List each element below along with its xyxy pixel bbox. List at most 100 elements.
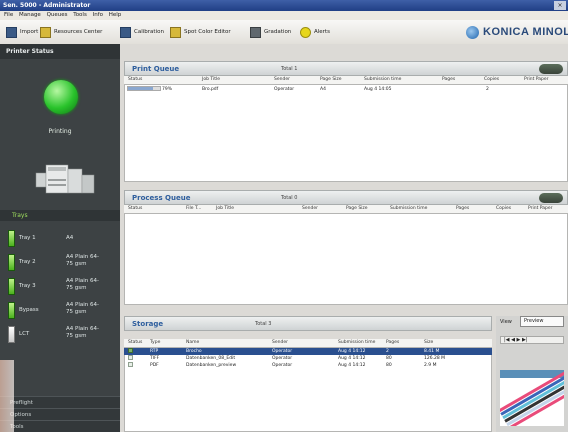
col-page-size[interactable]: Page Size (346, 205, 368, 213)
preview-image (500, 370, 564, 426)
file-sender: Operator (272, 363, 293, 368)
file-size: 2.9 M (424, 363, 437, 368)
col-status[interactable]: Status (128, 76, 142, 84)
col-sender[interactable]: Sender (302, 205, 318, 213)
col-submission-time[interactable]: Submission time (390, 205, 427, 213)
col-page-size[interactable]: Page Size (320, 76, 342, 84)
col-print-paper[interactable]: Print Paper (524, 76, 549, 84)
job-title: Bro.pdf (202, 87, 219, 92)
col-size[interactable]: Size (424, 339, 433, 347)
tray-info: A4 (66, 235, 74, 241)
menu-bar: File Manage Queues Tools Info Help (0, 11, 568, 20)
close-button[interactable]: × (554, 1, 566, 10)
globe-icon (466, 25, 479, 39)
resources-icon (40, 26, 51, 38)
table-row[interactable]: TIFF Datenbanken_08_Edit Operator Aug 4 … (124, 355, 492, 362)
col-pages[interactable]: Pages (456, 205, 469, 213)
tray-level-icon (8, 230, 15, 247)
tray-level-icon (8, 326, 15, 343)
storage-title: Storage (132, 320, 164, 328)
tray-name: Tray 1 (19, 235, 36, 241)
tray-item[interactable]: Bypass A4 Plain 64- 75 gsm (8, 300, 118, 324)
file-name: Brocho (186, 349, 202, 354)
import-button[interactable]: Import (6, 26, 38, 38)
table-row[interactable]: RTP Brocho Operator Aug 4 14:12 2 8.41 M (124, 348, 492, 355)
print-queue-toggle[interactable] (539, 64, 563, 74)
col-job-title[interactable]: Job Title (216, 205, 234, 213)
tray-item[interactable]: Tray 3 A4 Plain 64- 75 gsm (8, 276, 118, 300)
sidebar-item-preflight[interactable]: Preflight (0, 396, 120, 408)
col-pages[interactable]: Pages (386, 339, 399, 347)
tray-item[interactable]: LCT A4 Plain 64- 75 gsm (8, 324, 118, 348)
status-light-icon (44, 80, 78, 114)
col-submission-time[interactable]: Submission time (364, 76, 401, 84)
process-queue-total: Total 0 (281, 195, 298, 201)
col-job-title[interactable]: Job Title (202, 76, 220, 84)
col-name[interactable]: Name (186, 339, 199, 347)
col-file-type[interactable]: File T... (186, 205, 201, 213)
menu-queues[interactable]: Queues (47, 12, 68, 18)
window-title: Sen. 5000 - Administrator (3, 2, 91, 9)
menu-manage[interactable]: Manage (19, 12, 41, 18)
import-label: Import (20, 29, 39, 35)
printer-status-sidebar: Printer Status Printing Trays Tray 1 A4 … (0, 44, 120, 432)
status-icon (128, 348, 133, 353)
preview-thumbnail (500, 370, 564, 426)
job-page-size: A4 (320, 87, 326, 92)
calibration-icon (120, 26, 131, 38)
tray-item[interactable]: Tray 1 A4 (8, 228, 118, 252)
brand-name: KONICA MINOLTA (483, 26, 568, 38)
alert-icon (300, 26, 311, 38)
tray-name: Bypass (19, 307, 39, 313)
col-status[interactable]: Status (128, 339, 142, 347)
sidebar-item-options[interactable]: Options (0, 408, 120, 420)
preview-pane: View Preview |◀ ◀ ▶ ▶| (496, 316, 568, 432)
job-copies: 2 (486, 87, 489, 92)
table-row[interactable]: PDF Datenbanken_preview Operator Aug 4 1… (124, 362, 492, 369)
file-pages: 2 (386, 349, 389, 354)
gradation-button[interactable]: Gradation (250, 26, 291, 38)
file-sender: Operator (272, 349, 293, 354)
alerts-button[interactable]: Alerts (300, 26, 330, 38)
resources-center-button[interactable]: Resources Center (40, 26, 102, 38)
calibration-button[interactable]: Calibration (120, 26, 164, 38)
alerts-label: Alerts (314, 29, 330, 35)
col-pages[interactable]: Pages (442, 76, 455, 84)
sidebar-item-tools[interactable]: Tools (0, 420, 120, 432)
spot-color-editor-button[interactable]: Spot Color Editor (170, 26, 231, 38)
preview-nav[interactable]: |◀ ◀ ▶ ▶| (500, 336, 564, 344)
process-queue-title: Process Queue (132, 194, 191, 202)
menu-help[interactable]: Help (109, 12, 122, 18)
print-queue-table (124, 84, 568, 182)
col-submission-time[interactable]: Submission time (338, 339, 375, 347)
tray-item[interactable]: Tray 2 A4 Plain 64- 75 gsm (8, 252, 118, 276)
decorative-edge (0, 360, 14, 432)
job-status: 79% (162, 87, 173, 92)
menu-file[interactable]: File (4, 12, 13, 18)
process-queue-toggle[interactable] (539, 193, 563, 203)
gradation-icon (250, 26, 261, 38)
menu-tools[interactable]: Tools (73, 12, 87, 18)
col-type[interactable]: Type (150, 339, 160, 347)
file-type: TIFF (150, 356, 160, 361)
view-select[interactable]: Preview (520, 316, 564, 327)
tray-level-icon (8, 302, 15, 319)
trays-header: Trays (0, 210, 120, 221)
table-row[interactable]: 79% Bro.pdf Operator A4 Aug 4 14:05 2 (124, 86, 568, 93)
col-sender[interactable]: Sender (272, 339, 288, 347)
col-sender[interactable]: Sender (274, 76, 290, 84)
calibration-label: Calibration (134, 29, 164, 35)
print-queue-title: Print Queue (132, 65, 180, 73)
col-print-paper[interactable]: Print Paper (528, 205, 553, 213)
col-status[interactable]: Status (128, 205, 142, 213)
process-queue-table (124, 213, 568, 305)
job-submission-time: Aug 4 14:05 (364, 87, 392, 92)
col-copies[interactable]: Copies (484, 76, 499, 84)
menu-info[interactable]: Info (93, 12, 103, 18)
col-copies[interactable]: Copies (496, 205, 511, 213)
job-sender: Operator (274, 87, 295, 92)
status-icon (128, 355, 133, 360)
file-time: Aug 4 14:12 (338, 363, 366, 368)
job-progress-bar (127, 86, 161, 91)
file-name: Datenbanken_08_Edit (186, 356, 236, 361)
